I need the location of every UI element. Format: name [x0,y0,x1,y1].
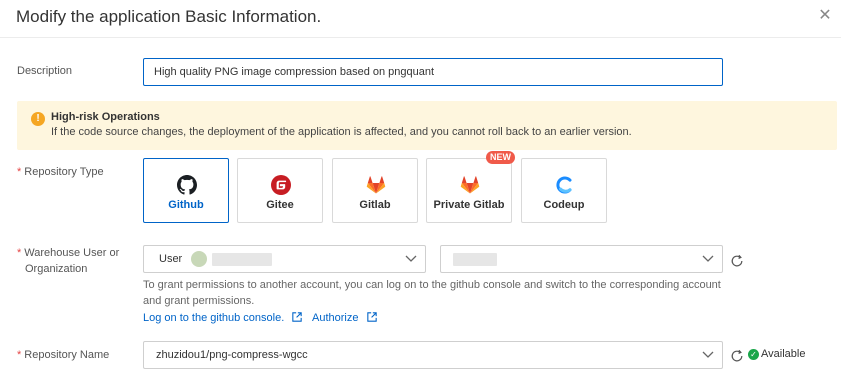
warning-text: If the code source changes, the deployme… [51,126,632,138]
refresh-icon[interactable] [730,349,744,363]
permission-hint: To grant permissions to another account,… [143,279,721,307]
avatar [191,251,207,267]
availability-status: ✓ Available [748,348,805,360]
repository-name-label: * Repository Name [17,349,110,361]
dialog-title: Modify the application Basic Information… [16,7,322,26]
chevron-down-icon [702,255,714,262]
repository-name-value: zhuzidou1/png-compress-wgcc [156,349,308,361]
github-console-link[interactable]: Log on to the github console. [143,312,303,324]
external-link-icon [366,312,377,322]
repo-type-gitlab[interactable]: Gitlab [332,158,418,223]
repo-type-label: Gitlab [359,199,391,211]
codeup-icon [556,176,572,194]
high-risk-warning: ! High-risk Operations If the code sourc… [17,101,837,150]
description-input[interactable]: High quality PNG image compression based… [143,58,723,86]
github-icon [177,175,197,195]
repo-type-private-gitlab[interactable]: NEW Private Gitlab [426,151,515,223]
repo-type-label: Codeup [543,199,585,211]
warehouse-label: * Warehouse User or Organization [17,247,120,275]
dialog-header: Modify the application Basic Information… [0,0,841,38]
redacted-username [212,253,272,266]
warehouse-user-select[interactable]: User [143,245,426,273]
chevron-down-icon [702,351,714,358]
gitlab-icon [366,176,386,194]
repo-type-gitee[interactable]: Gitee [237,158,323,223]
availability-text: Available [761,348,806,360]
repo-type-github[interactable]: Github [143,158,229,223]
warehouse-org-select[interactable] [440,245,723,273]
repo-type-label: Github [168,199,204,211]
description-label: Description [17,65,73,77]
redacted-organization [453,253,497,266]
repository-name-select[interactable]: zhuzidou1/png-compress-wgcc [143,341,723,369]
repo-type-codeup[interactable]: Codeup [521,158,607,223]
repo-type-label: Private Gitlab [433,199,505,211]
warning-title: High-risk Operations [51,111,160,123]
close-icon[interactable]: ✕ [817,8,833,24]
repository-type-label: * Repository Type [17,166,104,178]
check-circle-icon: ✓ [748,348,759,360]
authorize-link[interactable]: Authorize [312,312,377,324]
gitlab-icon [460,176,480,194]
refresh-icon[interactable] [730,254,744,268]
new-badge: NEW [486,151,515,164]
user-prefix: User [159,253,183,265]
external-link-icon [292,312,303,322]
repo-type-label: Gitee [266,199,294,211]
chevron-down-icon [405,255,417,262]
warning-icon: ! [31,112,45,126]
gitee-icon [271,175,291,195]
